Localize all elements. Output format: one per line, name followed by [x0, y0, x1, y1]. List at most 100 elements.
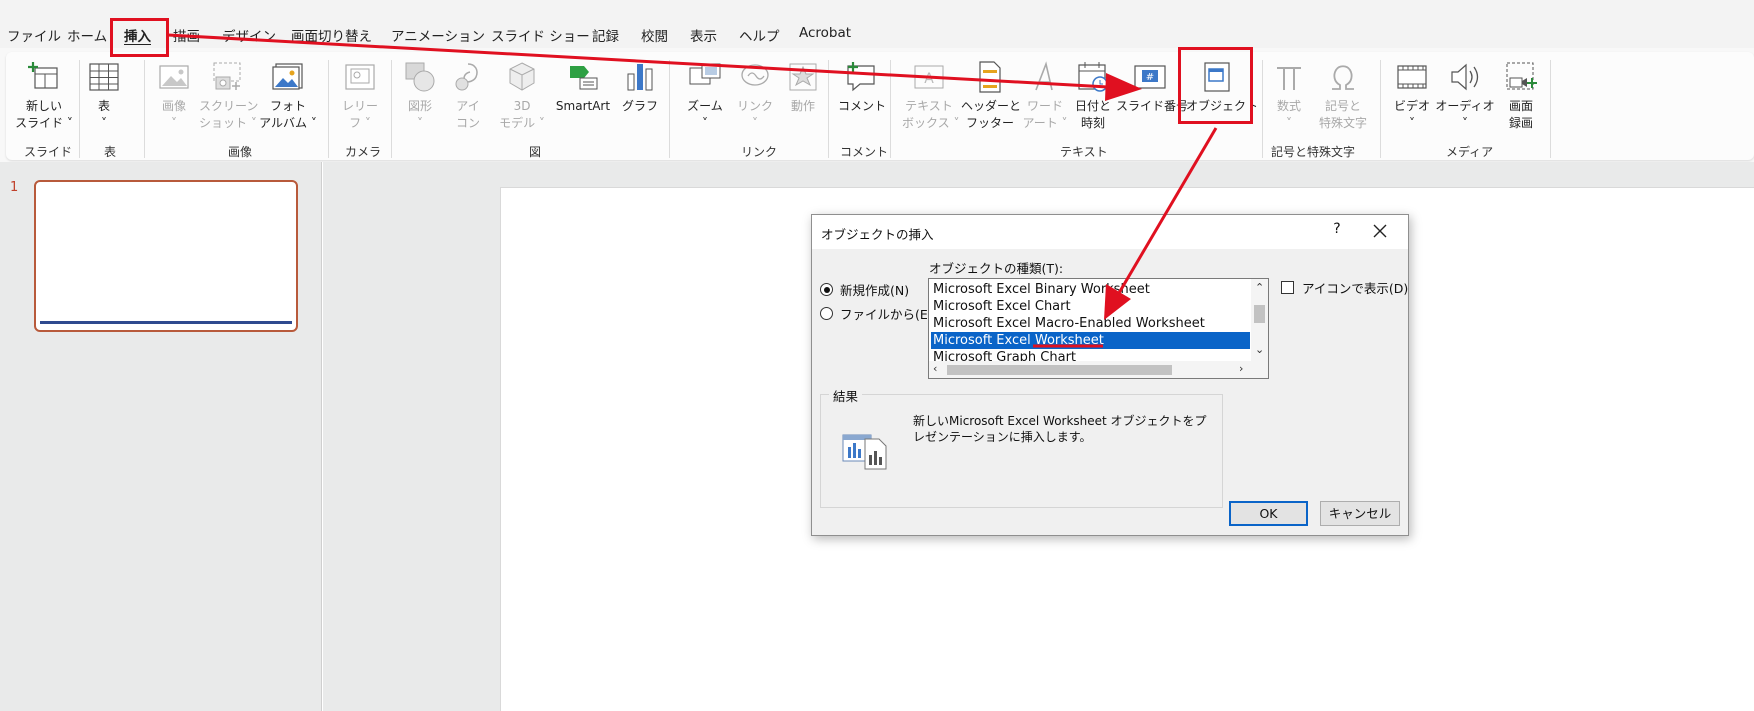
dialog-titlebar: オブジェクトの挿入 ?: [812, 215, 1408, 249]
scroll-right-icon[interactable]: ›: [1239, 362, 1243, 375]
horizontal-scrollbar[interactable]: ‹ ›: [929, 361, 1268, 378]
new-slide-button[interactable]: 新しい スライド ˅: [14, 60, 74, 132]
screenshot-button[interactable]: スクリーン ショット ˅: [199, 60, 258, 132]
screen-record-button[interactable]: 画面 録画: [1498, 60, 1544, 132]
tab-animations[interactable]: アニメーション: [391, 25, 485, 45]
slide-thumbnail[interactable]: [34, 180, 298, 332]
group-separator: [1550, 60, 1551, 158]
3d-models-label-1: 3D: [513, 99, 531, 113]
audio-button[interactable]: オーディオ ˅: [1434, 60, 1496, 132]
shapes-button[interactable]: 図形 ˅: [401, 60, 439, 132]
textbox-button[interactable]: A テキスト ボックス ˅: [902, 60, 960, 132]
tab-file[interactable]: ファイル: [7, 25, 61, 45]
group-separator: [391, 60, 392, 158]
display-as-icon-checkbox[interactable]: アイコンで表示(D): [1281, 278, 1408, 297]
textbox-icon: A: [914, 65, 944, 89]
scroll-down-icon[interactable]: ⌄: [1255, 343, 1264, 356]
group-separator: [144, 60, 145, 158]
icons-button[interactable]: アイ コン: [449, 60, 487, 132]
help-button[interactable]: ?: [1327, 221, 1347, 237]
object-button[interactable]: オブジェクト: [1186, 60, 1259, 115]
tab-review[interactable]: 校閲: [641, 25, 668, 45]
slide-number-button[interactable]: # スライド番号: [1116, 60, 1189, 115]
close-icon[interactable]: [1371, 222, 1389, 240]
chart-button[interactable]: グラフ: [620, 60, 660, 115]
list-item[interactable]: Microsoft Graph Chart: [931, 349, 1250, 361]
slide-number-label: スライド番号: [1116, 99, 1189, 113]
cameo-button[interactable]: レリー フ ˅: [340, 60, 380, 132]
tab-record[interactable]: 記録: [592, 25, 619, 45]
list-item[interactable]: Microsoft Excel Macro-Enabled Worksheet: [931, 315, 1250, 332]
group-label-links: リンク: [741, 145, 778, 159]
action-label: 動作: [790, 99, 815, 113]
equation-button[interactable]: 数式 ˅: [1270, 60, 1308, 132]
tab-home[interactable]: ホーム: [67, 25, 107, 45]
link-icon: [741, 64, 769, 86]
table-button[interactable]: 表 ˅: [86, 60, 122, 132]
zoom-button[interactable]: ズーム ˅: [682, 60, 728, 132]
link-button[interactable]: リンク ˅: [732, 60, 778, 132]
scroll-thumb[interactable]: [947, 365, 1172, 375]
tab-help[interactable]: ヘルプ: [739, 25, 780, 45]
symbol-button[interactable]: 記号と 特殊文字: [1314, 60, 1372, 132]
checkbox[interactable]: [1281, 281, 1294, 294]
scroll-left-icon[interactable]: ‹: [933, 362, 937, 375]
equation-label-2: ˅: [1286, 116, 1292, 130]
object-type-list[interactable]: Microsoft Excel Binary Worksheet Microso…: [928, 278, 1269, 379]
radio-button[interactable]: [820, 307, 833, 320]
group-separator: [79, 60, 80, 158]
date-time-button[interactable]: 日付と 時刻: [1070, 60, 1116, 132]
display-as-icon-label: アイコンで表示(D): [1302, 281, 1409, 296]
tab-view[interactable]: 表示: [690, 25, 717, 45]
group-label-symbols: 記号と特殊文字: [1271, 145, 1356, 159]
list-item-selected[interactable]: Microsoft Excel Worksheet: [931, 332, 1250, 349]
tab-insert[interactable]: 挿入: [124, 25, 151, 45]
comment-button[interactable]: コメント: [838, 60, 886, 115]
smartart-button[interactable]: SmartArt: [550, 60, 616, 115]
object-label: オブジェクト: [1186, 99, 1259, 113]
scroll-up-icon[interactable]: ⌃: [1255, 281, 1264, 294]
ok-button[interactable]: OK: [1229, 501, 1308, 526]
radio-button-checked[interactable]: [820, 283, 833, 296]
symbol-label-2: 特殊文字: [1318, 116, 1367, 130]
tab-acrobat[interactable]: Acrobat: [799, 25, 851, 41]
action-button[interactable]: 動作: [782, 60, 824, 115]
tab-draw[interactable]: 描画: [173, 25, 200, 45]
header-footer-button[interactable]: ヘッダーと フッター: [961, 60, 1021, 132]
group-separator: [890, 60, 891, 158]
tab-slideshow[interactable]: スライド ショー: [491, 25, 590, 45]
image-label-2: ˅: [171, 116, 177, 130]
wordart-button[interactable]: ワード アート ˅: [1021, 60, 1069, 132]
object-type-label: オブジェクトの種類(T):: [929, 261, 1064, 276]
ribbon: 新しい スライド ˅ スライド 表 ˅ 表 画像 ˅ スクリーン ショット ˅ …: [0, 48, 1754, 162]
3d-models-button[interactable]: 3D モデル ˅: [496, 60, 548, 132]
vertical-scrollbar[interactable]: ⌃ ⌄: [1251, 279, 1268, 361]
tab-transitions[interactable]: 画面切り替え: [291, 25, 372, 45]
shapes-icon: [405, 62, 435, 92]
video-label-2: ˅: [1409, 116, 1415, 130]
title-strip: [0, 0, 1754, 12]
embedded-object-icon: [842, 434, 887, 470]
group-label-illustrations: 図: [529, 145, 542, 159]
omega-icon: [1332, 65, 1354, 90]
image-button[interactable]: 画像 ˅: [154, 60, 194, 132]
link-label-1: リンク: [736, 99, 773, 113]
list-item[interactable]: Microsoft Excel Binary Worksheet: [931, 281, 1250, 298]
from-file-label: ファイルから(E): [840, 307, 933, 322]
tab-design[interactable]: デザイン: [222, 25, 276, 45]
bar-chart-icon: [627, 64, 653, 91]
list-item[interactable]: Microsoft Excel Chart: [931, 298, 1250, 315]
symbol-label-1: 記号と: [1324, 99, 1361, 113]
cancel-button[interactable]: キャンセル: [1320, 501, 1400, 526]
create-new-radio[interactable]: 新規作成(N): [820, 280, 909, 299]
icons-icon: [455, 63, 478, 91]
calendar-icon: [1078, 62, 1108, 92]
zoom-label-2: ˅: [702, 116, 708, 130]
scroll-thumb[interactable]: [1254, 305, 1265, 323]
photo-album-button[interactable]: フォト アルバム ˅: [258, 60, 318, 132]
textbox-label-2: ボックス ˅: [902, 116, 960, 130]
video-button[interactable]: ビデオ ˅: [1390, 60, 1434, 132]
result-description: 新しいMicrosoft Excel Worksheet オブジェクトをプレゼン…: [913, 414, 1207, 444]
from-file-radio[interactable]: ファイルから(E): [820, 304, 933, 323]
group-separator: [1380, 60, 1381, 158]
